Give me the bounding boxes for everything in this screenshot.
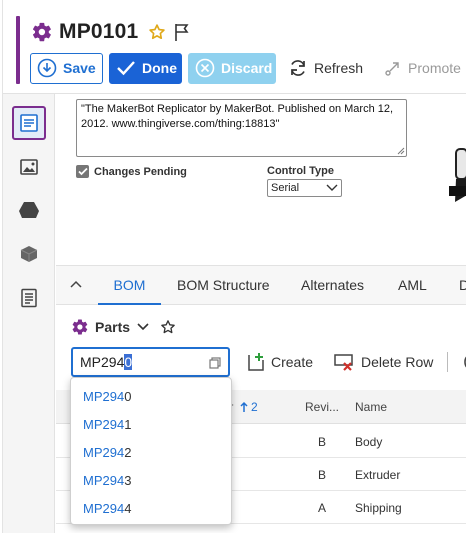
changes-pending-label: Changes Pending bbox=[94, 165, 187, 178]
autocomplete-dropdown: MP2940 MP2941 MP2942 MP2943 MP2944 bbox=[70, 377, 232, 525]
item-accent-bar bbox=[16, 16, 20, 84]
save-button[interactable]: Save bbox=[30, 52, 103, 84]
refresh-icon bbox=[291, 60, 305, 76]
checkmark-icon bbox=[77, 167, 88, 176]
gear-icon bbox=[72, 319, 88, 335]
gear-icon bbox=[32, 22, 51, 42]
autocomplete-option[interactable]: MP2941 bbox=[71, 411, 231, 439]
form-icon bbox=[20, 114, 38, 132]
chevron-down-icon[interactable] bbox=[137, 323, 149, 331]
control-type-value: Serial bbox=[271, 182, 300, 194]
item-header: MP0101 Save Done Discard Refresh Promote bbox=[3, 0, 466, 94]
sidebar-item-image[interactable] bbox=[12, 150, 46, 184]
done-label: Done bbox=[142, 60, 177, 76]
sidebar-item-box[interactable] bbox=[12, 237, 46, 271]
row-revision: B bbox=[318, 468, 327, 482]
row-name: Extruder bbox=[355, 468, 401, 482]
tab-alternates[interactable]: Alternates bbox=[301, 266, 364, 305]
checkmark-icon bbox=[117, 61, 135, 76]
box-icon bbox=[20, 246, 38, 262]
description-textarea[interactable]: "The MakerBot Replicator by MakerBot. Pu… bbox=[76, 99, 407, 157]
toolbar-divider bbox=[447, 352, 448, 372]
parts-header: Parts bbox=[71, 318, 176, 336]
resize-grip-icon[interactable] bbox=[397, 147, 405, 155]
save-icon bbox=[37, 58, 57, 78]
create-button[interactable]: Create bbox=[245, 352, 313, 372]
more-icon[interactable] bbox=[461, 355, 466, 369]
row-revision: A bbox=[318, 501, 327, 515]
discard-button[interactable]: Discard bbox=[188, 52, 276, 84]
search-selected-text: 0 bbox=[124, 354, 133, 370]
create-label: Create bbox=[271, 354, 314, 370]
changes-pending-field: Changes Pending bbox=[76, 165, 187, 178]
document-icon bbox=[21, 288, 37, 308]
sidebar-item-form[interactable] bbox=[12, 106, 46, 140]
side-nav bbox=[3, 94, 55, 533]
description-text: "The MakerBot Replicator by MakerBot. Pu… bbox=[81, 103, 394, 130]
copy-icon[interactable] bbox=[209, 357, 221, 369]
model-thumbnail bbox=[449, 148, 466, 202]
search-typed-text: MP294 bbox=[80, 354, 125, 370]
title-row: MP0101 bbox=[31, 18, 190, 46]
add-icon bbox=[248, 353, 264, 371]
done-button[interactable]: Done bbox=[109, 52, 182, 84]
page-title: MP0101 bbox=[59, 20, 139, 43]
control-type-label: Control Type bbox=[267, 165, 335, 177]
sidebar-item-document[interactable] bbox=[12, 281, 46, 315]
tab-aml[interactable]: AML bbox=[398, 266, 427, 305]
autocomplete-option[interactable]: MP2943 bbox=[71, 467, 231, 495]
promote-icon bbox=[385, 62, 399, 76]
delete-row-button[interactable]: Delete Row bbox=[333, 352, 433, 372]
save-label: Save bbox=[63, 60, 96, 76]
flag-icon[interactable] bbox=[174, 23, 190, 41]
chevron-down-icon bbox=[326, 184, 338, 191]
changes-pending-checkbox[interactable] bbox=[76, 165, 89, 178]
star-icon[interactable] bbox=[148, 23, 166, 41]
row-name: Body bbox=[355, 435, 383, 449]
image-icon bbox=[20, 159, 38, 175]
tab-bom-structure[interactable]: BOM Structure bbox=[177, 266, 270, 305]
promote-label: Promote bbox=[408, 60, 461, 76]
parts-actions: MP2940 Create Delete Row bbox=[71, 347, 466, 377]
item-window: MP0101 Save Done Discard Refresh Promote… bbox=[2, 0, 466, 533]
row-revision: B bbox=[318, 435, 327, 449]
toolbar: Save Done Discard Refresh Promote bbox=[30, 52, 466, 84]
delete-row-label: Delete Row bbox=[361, 354, 434, 370]
sort-ascending-icon bbox=[240, 401, 248, 412]
control-type-select[interactable]: Serial bbox=[267, 179, 342, 197]
autocomplete-option[interactable]: MP2944 bbox=[71, 495, 231, 523]
autocomplete-option[interactable]: MP2942 bbox=[71, 439, 231, 467]
discard-label: Discard bbox=[221, 60, 273, 76]
tab-bom[interactable]: BOM bbox=[98, 266, 161, 305]
column-header-name[interactable]: Name bbox=[355, 400, 387, 414]
discard-icon bbox=[195, 58, 215, 78]
delete-row-icon bbox=[334, 354, 353, 371]
parts-title: Parts bbox=[95, 319, 131, 335]
tab-documents[interactable]: Do bbox=[459, 266, 466, 305]
row-name: Shipping bbox=[355, 501, 402, 515]
chevron-up-icon[interactable] bbox=[70, 279, 82, 289]
refresh-button[interactable]: Refresh bbox=[282, 53, 372, 84]
tab-bar: BOM BOM Structure Alternates AML Do bbox=[56, 265, 466, 305]
sidebar-item-cad[interactable] bbox=[12, 193, 46, 227]
promote-button[interactable]: Promote bbox=[378, 53, 466, 84]
cad-icon bbox=[19, 202, 39, 218]
part-search-input[interactable]: MP2940 bbox=[71, 347, 230, 377]
refresh-label: Refresh bbox=[314, 60, 364, 76]
sort-order-label: 2 bbox=[251, 400, 258, 414]
autocomplete-option[interactable]: MP2940 bbox=[71, 383, 231, 411]
column-header-revision[interactable]: Revi... bbox=[305, 400, 339, 414]
star-icon[interactable] bbox=[160, 319, 176, 335]
